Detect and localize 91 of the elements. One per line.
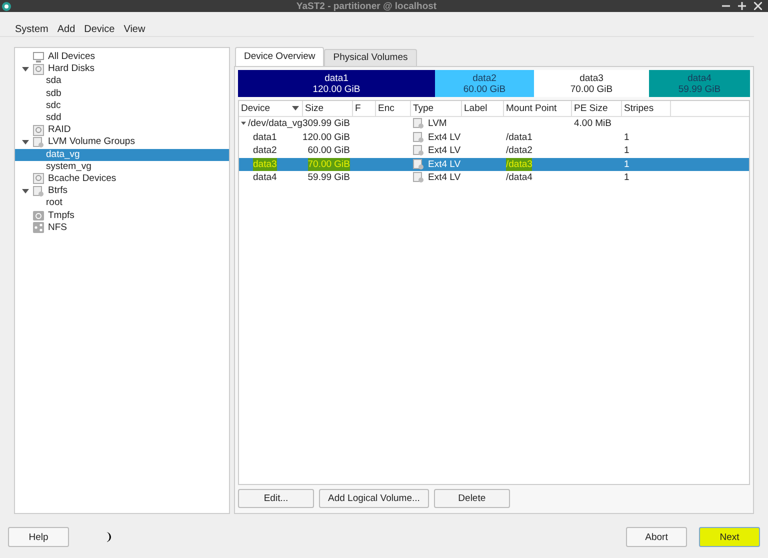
device-cell: data2 (253, 144, 277, 158)
tree-item[interactable]: sda (15, 75, 229, 88)
size-cell: 60.00 GiB (308, 144, 350, 158)
expand-arrow-icon[interactable] (241, 121, 246, 126)
menu-item[interactable]: Device (84, 24, 115, 37)
help-button[interactable]: Help (8, 527, 69, 547)
tree-item[interactable]: All Devices (48, 51, 95, 64)
volume-icon (413, 145, 424, 156)
size-cell: 120.00 GiB (302, 130, 350, 144)
type-cell: Ext4 LV (428, 171, 461, 184)
table-row[interactable]: data4 59.99 GiB Ext4 LV /data4 1 (239, 171, 749, 184)
table-row[interactable]: data3 70.00 GiB Ext4 LV /data3 1 (239, 158, 749, 171)
device-cell: data1 (253, 130, 277, 144)
pe-size-cell: 4.00 MiB (574, 117, 612, 130)
busy-indicator-icon (104, 532, 112, 542)
tree-item[interactable]: RAID (48, 124, 71, 136)
column-header[interactable]: PE Size (574, 101, 608, 116)
type-cell: LVM (428, 117, 447, 130)
tree-item[interactable]: sdd (15, 112, 229, 124)
menu-item[interactable]: View (124, 24, 146, 37)
disk-icon (33, 64, 44, 75)
tree-item[interactable]: Tmpfs (48, 210, 74, 222)
tree-item[interactable]: Btrfs (48, 185, 68, 198)
table-row[interactable]: data2 60.00 GiB Ext4 LV /data2 1 (239, 144, 749, 158)
column-header[interactable]: Mount Point (506, 101, 557, 116)
column-header[interactable]: Type (413, 101, 434, 116)
mount-point-cell: /data1 (506, 130, 532, 144)
tree-item[interactable]: data_vg (15, 148, 229, 161)
stripes-cell: 1 (624, 158, 630, 171)
tree-item[interactable]: LVM Volume Groups (48, 136, 135, 148)
volume-segment[interactable]: data2 60.00 GiB (435, 70, 534, 97)
size-cell: 59.99 GiB (308, 171, 350, 184)
tree-item[interactable]: sdc (15, 100, 229, 112)
maximize-icon[interactable] (738, 2, 746, 10)
lvm-icon (33, 136, 44, 148)
add-volume-button[interactable]: Add Logical Volume... (319, 489, 429, 508)
next-button[interactable]: Next (699, 527, 760, 547)
tree-item[interactable]: NFS (48, 222, 67, 234)
mount-point-cell: /data2 (506, 144, 532, 158)
edit-button[interactable]: Edit... (238, 489, 314, 508)
folder-icon (33, 210, 44, 222)
abort-button[interactable]: Abort (626, 527, 687, 547)
tab[interactable]: Physical Volumes (324, 49, 417, 66)
volume-icon (413, 172, 424, 184)
tree-item[interactable]: sdb (15, 88, 229, 100)
stripes-cell: 1 (624, 130, 630, 144)
size-cell: 309.99 GiB (302, 117, 350, 130)
tree-item[interactable]: system_vg (15, 160, 229, 173)
disk-icon (33, 173, 44, 184)
expand-arrow-icon[interactable] (22, 188, 28, 194)
menu-item[interactable]: System (15, 24, 48, 37)
device-cell: data3 (253, 158, 277, 171)
volume-icon (413, 132, 424, 143)
expand-arrow-icon[interactable] (22, 66, 28, 72)
lvm-icon (33, 186, 44, 197)
tree-item[interactable]: Hard Disks (48, 63, 94, 76)
share-icon (33, 222, 44, 234)
type-cell: Ext4 LV (428, 130, 461, 144)
type-cell: Ext4 LV (428, 144, 461, 158)
disk-icon (33, 124, 44, 136)
tab[interactable]: Device Overview (235, 47, 324, 66)
stripes-cell: 1 (624, 171, 630, 184)
column-header[interactable]: Device (241, 101, 270, 116)
size-cell: 70.00 GiB (308, 158, 350, 171)
stripes-cell: 1 (624, 144, 630, 158)
window-title: YaST2 - partitioner @ localhost (295, 0, 438, 12)
volume-icon (413, 158, 424, 170)
column-header[interactable]: Stripes (624, 101, 654, 116)
column-header[interactable]: Size (305, 101, 324, 116)
column-header[interactable]: F (355, 101, 361, 116)
type-cell: Ext4 LV (428, 158, 461, 171)
column-header[interactable]: Enc (378, 101, 394, 116)
tree-item[interactable]: Bcache Devices (48, 172, 116, 185)
volume-segment[interactable]: data3 70.00 GiB (534, 70, 649, 97)
mount-point-cell: /data4 (506, 171, 532, 184)
mount-point-cell: /data3 (506, 158, 532, 171)
column-header[interactable]: Label (464, 101, 488, 116)
volume-segment[interactable]: data1 120.00 GiB (238, 70, 435, 97)
device-cell: /dev/data_vg (248, 117, 302, 130)
app-icon (2, 2, 11, 10)
table-row[interactable]: /dev/data_vg309.99 GiB LVM 4.00 MiB (239, 117, 749, 130)
delete-button[interactable]: Delete (434, 489, 510, 508)
monitor-icon (33, 52, 44, 63)
tree-item[interactable]: root (15, 197, 229, 210)
table-row[interactable]: data1 120.00 GiB Ext4 LV /data1 1 (239, 130, 749, 144)
close-icon[interactable] (754, 2, 762, 10)
expand-arrow-icon[interactable] (22, 140, 28, 145)
sort-arrow-icon[interactable] (292, 106, 299, 111)
volume-icon (413, 118, 424, 130)
device-cell: data4 (253, 171, 277, 184)
menu-item[interactable]: Add (57, 24, 76, 37)
